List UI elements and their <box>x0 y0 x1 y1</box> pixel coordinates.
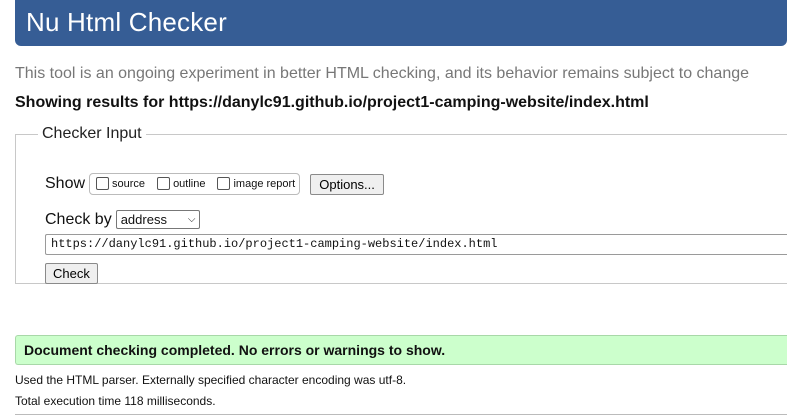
success-message: Document checking completed. No errors o… <box>15 335 787 365</box>
url-input[interactable]: https://danylc91.github.io/project1-camp… <box>45 234 787 255</box>
divider <box>15 414 787 415</box>
outline-checkbox[interactable] <box>157 176 171 190</box>
check-button[interactable]: Check <box>45 263 98 284</box>
tagline: This tool is an ongoing experiment in be… <box>15 65 750 82</box>
show-row: Show source outline image report Options… <box>45 173 384 195</box>
image-report-checkbox[interactable] <box>217 176 231 190</box>
check-by-select[interactable]: address ⌵ <box>115 210 200 229</box>
show-options-group: source outline image report <box>89 173 301 195</box>
app-header: Nu Html Checker <box>15 0 787 46</box>
show-label: Show <box>45 175 86 192</box>
options-button[interactable]: Options... <box>310 173 384 195</box>
check-by-selected-value: address <box>120 212 167 227</box>
app-title: Nu Html Checker <box>26 7 227 37</box>
image-report-checkbox-label[interactable]: image report <box>233 178 295 190</box>
chevron-down-icon: ⌵ <box>187 214 196 225</box>
parser-note: Used the HTML parser. Externally specifi… <box>15 373 407 387</box>
checker-input-legend: Checker Input <box>42 125 142 142</box>
check-by-label: Check by <box>45 210 112 228</box>
source-checkbox-label[interactable]: source <box>112 178 145 190</box>
check-by-row: Check by address ⌵ <box>45 210 200 229</box>
execution-time: Total execution time 118 milliseconds. <box>15 394 216 408</box>
source-checkbox[interactable] <box>96 176 110 190</box>
checker-input-fieldset: Checker Input Show source outline image … <box>15 125 787 284</box>
results-heading: Showing results for https://danylc91.git… <box>15 94 649 111</box>
outline-checkbox-label[interactable]: outline <box>173 178 205 190</box>
